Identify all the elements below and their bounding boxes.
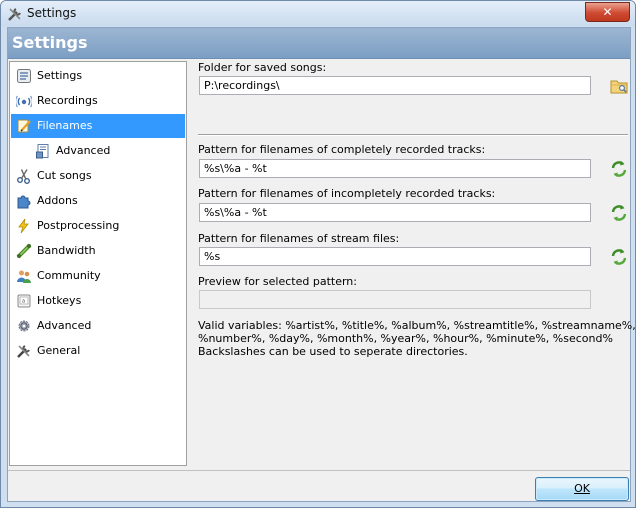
complete-pattern-input[interactable]: %s\%a - %t <box>199 159 591 178</box>
close-button[interactable]: ✕ <box>585 2 630 22</box>
sidebar-item-label: Advanced <box>37 319 92 332</box>
filenames-panel: Folder for saved songs: P:\recordings\ P… <box>198 61 635 471</box>
rename-icon <box>17 119 31 133</box>
sidebar-item-cut-songs[interactable]: Cut songs <box>11 164 185 188</box>
stream-pattern-input[interactable]: %s <box>199 247 591 266</box>
sidebar-item-advanced[interactable]: Advanced <box>11 314 185 338</box>
sidebar-item-label: Settings <box>37 69 83 82</box>
stream-pattern-label: Pattern for filenames of stream files: <box>198 232 400 245</box>
sidebar-item-label: Community <box>37 269 101 282</box>
sidebar-item-filenames[interactable]: Filenames <box>11 114 185 138</box>
complete-pattern-label: Pattern for filenames of completely reco… <box>198 143 486 156</box>
page-title: Settings <box>12 33 88 52</box>
reset-stream-icon[interactable] <box>610 248 628 266</box>
sidebar-item-settings[interactable]: Settings <box>11 64 185 88</box>
folder-input[interactable]: P:\recordings\ <box>199 76 591 95</box>
footer-separator <box>8 470 630 471</box>
sidebar-item-postprocessing[interactable]: Postprocessing <box>11 214 185 238</box>
client-area: Settings Settings Recordings Filenames A… <box>7 27 635 502</box>
variables-help: Valid variables: %artist%, %title%, %alb… <box>198 319 636 358</box>
gear-icon <box>18 320 30 332</box>
community-icon <box>17 270 31 283</box>
sidebar-item-general[interactable]: General <box>11 339 185 363</box>
sidebar-item-label: General <box>37 344 81 357</box>
incomplete-pattern-input[interactable]: %s\%a - %t <box>199 203 591 222</box>
variables-line-1: Valid variables: %artist%, %title%, %alb… <box>198 319 636 332</box>
sidebar-item-hotkeys[interactable]: a Hotkeys <box>11 289 185 313</box>
keyboard-icon: a <box>17 294 31 308</box>
sidebar-item-label: Cut songs <box>37 169 92 182</box>
window-title: Settings <box>27 6 77 20</box>
browse-folder-icon[interactable] <box>610 77 628 95</box>
folder-label: Folder for saved songs: <box>198 61 327 74</box>
sidebar-item-community[interactable]: Community <box>11 264 185 288</box>
tools-icon <box>8 8 21 21</box>
sidebar-item-bandwidth[interactable]: Bandwidth <box>11 239 185 263</box>
settings-icon <box>17 69 31 83</box>
advanced-file-icon <box>36 144 49 159</box>
tools-icon <box>17 345 30 358</box>
sidebar-item-advanced-filenames[interactable]: Advanced <box>11 139 185 163</box>
reset-incomplete-icon[interactable] <box>610 204 628 222</box>
ok-label: OK <box>574 482 590 495</box>
preview-field <box>199 290 591 309</box>
settings-window: Settings ✕ Settings Settings Recordings … <box>0 0 636 508</box>
sidebar-item-label: Bandwidth <box>37 244 96 257</box>
close-icon: ✕ <box>602 5 613 19</box>
reset-complete-icon[interactable] <box>610 160 628 178</box>
variables-line-2: %number%, %day%, %month%, %year%, %hour%… <box>198 332 613 345</box>
sidebar-item-label: Hotkeys <box>37 294 82 307</box>
sidebar: Settings Recordings Filenames Advanced C… <box>9 61 187 466</box>
sidebar-item-label: Addons <box>37 194 78 207</box>
scissors-icon <box>17 169 30 184</box>
variables-line-3: Backslashes can be used to seperate dire… <box>198 345 468 358</box>
lightning-icon <box>18 218 29 234</box>
settings-header: Settings <box>8 28 630 59</box>
sidebar-item-label: Recordings <box>37 94 98 107</box>
sidebar-item-label: Advanced <box>56 144 111 157</box>
ok-button[interactable]: OK <box>535 477 629 501</box>
sidebar-item-recordings[interactable]: Recordings <box>11 89 185 113</box>
title-bar[interactable]: Settings ✕ <box>1 1 635 26</box>
sidebar-item-label: Postprocessing <box>37 219 120 232</box>
radio-icon <box>16 95 32 108</box>
svg-text:a: a <box>22 299 25 305</box>
bandwidth-icon <box>16 243 32 259</box>
incomplete-pattern-label: Pattern for filenames of incompletely re… <box>198 187 496 200</box>
preview-label: Preview for selected pattern: <box>198 275 357 288</box>
sidebar-item-label: Filenames <box>37 119 93 132</box>
sidebar-item-addons[interactable]: Addons <box>11 189 185 213</box>
puzzle-icon <box>17 195 31 209</box>
separator <box>198 134 628 136</box>
